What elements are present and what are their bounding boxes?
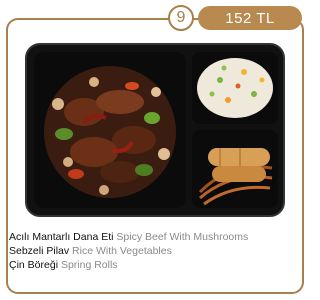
item-number: 9 xyxy=(168,5,194,31)
dish-name-en: Spring Rolls xyxy=(60,259,118,271)
dish-name-tr: Çin Böreği xyxy=(9,259,59,271)
dish-name-tr: Sebzeli Pilav xyxy=(9,245,70,257)
dish-name-tr: Acılı Mantarlı Dana Eti xyxy=(9,231,114,243)
description-line: Acılı Mantarlı Dana Eti Spicy Beef With … xyxy=(9,230,309,244)
description-line: Sebzeli Pilav Rice With Vegetables xyxy=(9,244,309,258)
dish-name-en: Rice With Vegetables xyxy=(72,245,172,257)
item-description: Acılı Mantarlı Dana Eti Spicy Beef With … xyxy=(9,230,309,272)
item-price: 152 TL xyxy=(198,6,302,30)
description-line: Çin Böreği Spring Rolls xyxy=(9,258,309,272)
meal-tray-image xyxy=(24,42,286,218)
dish-name-en: Spicy Beef With Mushrooms xyxy=(116,231,249,243)
price-badge: 9 152 TL xyxy=(168,5,308,33)
